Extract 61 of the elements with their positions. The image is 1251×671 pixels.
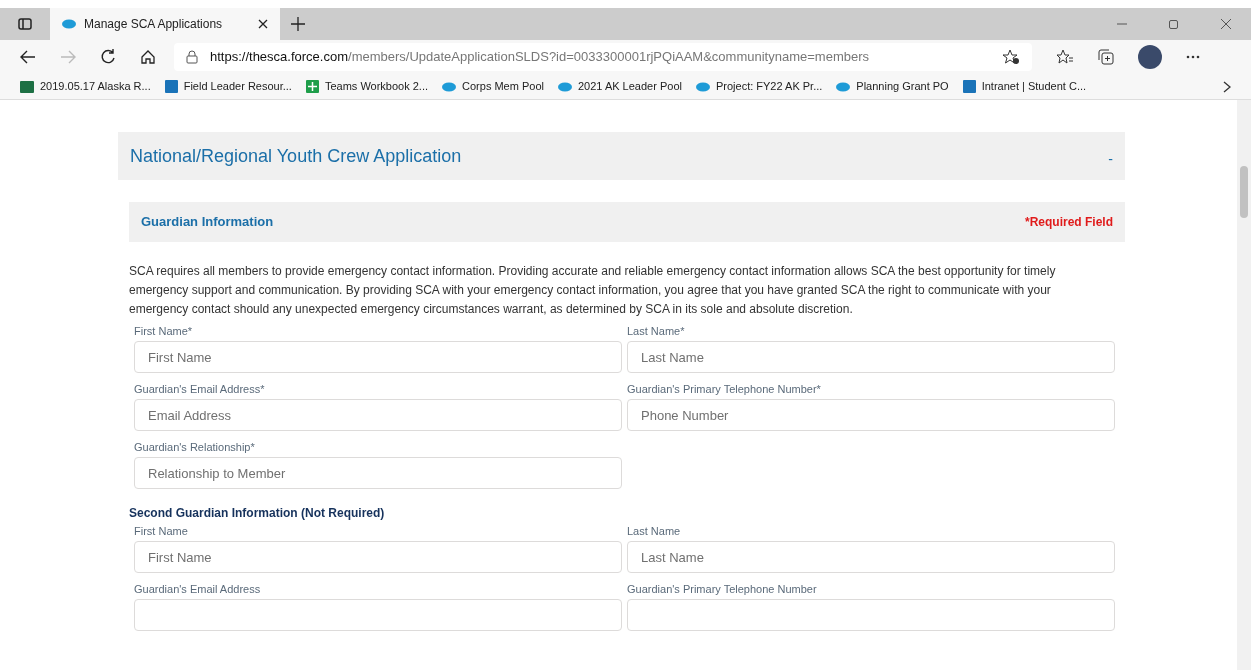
field-label: Last Name* <box>627 324 686 339</box>
reload-icon[interactable] <box>100 49 116 65</box>
chevron-right-icon[interactable] <box>1223 80 1231 93</box>
collapse-button[interactable]: - <box>1108 142 1113 170</box>
tab-list-icon[interactable] <box>18 18 32 30</box>
input-field[interactable] <box>627 599 1115 631</box>
input-field[interactable] <box>134 599 622 631</box>
cloud-icon <box>557 81 572 92</box>
bookmark[interactable]: 2021 AK Leader Pool <box>557 78 682 95</box>
home-icon[interactable] <box>140 49 156 65</box>
input-field[interactable]: First Name <box>134 541 622 573</box>
application-title: National/Regional Youth Crew Application <box>130 144 462 168</box>
input-field[interactable]: Phone Number <box>627 399 1115 431</box>
bookmark[interactable]: Project: FY22 AK Pr... <box>695 78 823 95</box>
field-label: Guardian's Email Address <box>134 582 262 597</box>
bookmark[interactable]: 2019.05.17 Alaska R... <box>20 78 151 95</box>
bookmark[interactable]: Corps Mem Pool <box>442 78 544 95</box>
cloud-icon <box>695 81 710 92</box>
favorites-icon[interactable] <box>1056 49 1074 65</box>
more-icon[interactable] <box>1186 55 1200 59</box>
bookmark[interactable]: Planning Grant PO <box>836 78 949 95</box>
field-label: First Name <box>134 524 189 539</box>
field-label: First Name* <box>134 324 194 339</box>
field-label: Guardian's Relationship* <box>134 440 256 455</box>
favorite-add-icon[interactable] <box>1002 49 1020 65</box>
field-label: Guardian's Email Address* <box>134 382 266 397</box>
document-icon <box>962 80 976 93</box>
intro-paragraph: SCA requires all members to provide emergency contact information. Providing accurate and reliable emergency contact information allows SCA the best opportunity for timely emergency support and communication. By providing SCA with your emergency contact information, you agree that you have granted SCA the right to communicate with your emergency contact should any unexpected emergency circumstances warrant, as determined by SCA in its sole and absolute discretion. <box>129 263 1057 318</box>
profile-avatar[interactable] <box>1138 45 1162 69</box>
browser-tab[interactable]: Manage SCA Applications <box>50 8 280 40</box>
second-guardian-title: Second Guardian Information (Not Required) <box>129 505 386 522</box>
back-icon[interactable] <box>20 50 36 64</box>
document-icon <box>164 80 178 93</box>
input-field[interactable]: First Name <box>134 341 622 373</box>
scrollbar-thumb[interactable] <box>1240 166 1248 218</box>
address-bar[interactable]: https://thesca.force.com/members/UpdateApplicationSLDS?id=0033300001rjPQiAAM&communityname=members <box>174 43 1032 71</box>
close-icon[interactable] <box>258 19 268 29</box>
url-text: https://thesca.force.com/members/UpdateApplicationSLDS?id=0033300001rjPQiAAM&communityname=members <box>210 48 870 67</box>
cloud-icon <box>442 81 457 92</box>
spreadsheet-icon <box>20 80 34 93</box>
restore-icon[interactable] <box>1169 19 1179 29</box>
bookmark[interactable]: Intranet | Student C... <box>962 78 1087 95</box>
section-title: Guardian Information <box>141 213 274 232</box>
input-field[interactable]: Email Address <box>134 399 622 431</box>
input-field[interactable]: Relationship to Member <box>134 457 622 489</box>
input-field[interactable]: Last Name <box>627 341 1115 373</box>
cloud-icon <box>62 19 76 29</box>
field-label: Guardian's Primary Telephone Number* <box>627 382 822 397</box>
bookmark[interactable]: Field Leader Resour... <box>164 78 292 95</box>
cloud-icon <box>836 81 851 92</box>
lock-icon <box>186 50 198 64</box>
collections-icon[interactable] <box>1098 49 1114 65</box>
bookmark[interactable]: Teams Workbook 2... <box>305 78 429 95</box>
scrollbar[interactable] <box>1237 100 1251 670</box>
plus-icon[interactable] <box>291 17 305 31</box>
tab-title: Manage SCA Applications <box>84 16 224 33</box>
field-label: Guardian's Primary Telephone Number <box>627 582 818 597</box>
required-note: *Required Field <box>1025 214 1113 231</box>
input-field[interactable]: Last Name <box>627 541 1115 573</box>
plus-square-icon <box>305 80 319 93</box>
field-label: Last Name <box>627 524 682 539</box>
